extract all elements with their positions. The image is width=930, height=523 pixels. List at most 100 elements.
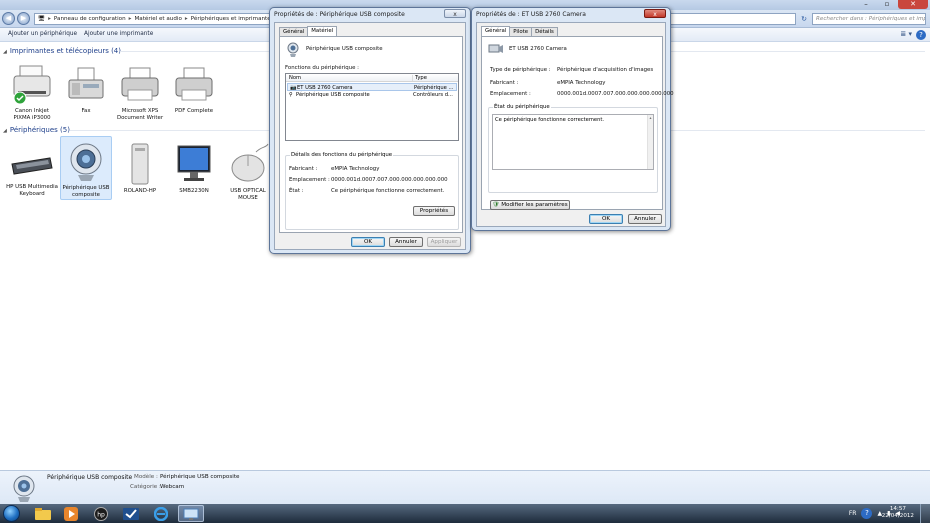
fax-icon <box>68 67 104 99</box>
printer-icon <box>175 67 213 101</box>
list-header: Nom Type <box>286 74 458 82</box>
breadcrumb-item[interactable]: Matériel et audio <box>134 16 181 22</box>
help-icon[interactable]: ? <box>916 30 926 40</box>
tab-driver[interactable]: Pilote <box>509 27 533 36</box>
status-label: État : <box>289 188 304 194</box>
device-label: Fax <box>81 108 91 114</box>
view-options-icon[interactable]: ≣ ▾ <box>900 30 912 38</box>
printer-icon <box>121 67 159 101</box>
row-name: Périphérique USB composite <box>296 92 370 98</box>
group-title: Imprimantes et télécopieurs (4) <box>9 47 121 55</box>
device-tile[interactable]: HP USB Multimedia Keyboard <box>6 140 58 197</box>
add-printer-button[interactable]: Ajouter une imprimante <box>84 31 153 37</box>
internet-explorer-icon[interactable] <box>148 505 174 522</box>
device-status-group: État du périphérique Ce périphérique fon… <box>488 104 658 193</box>
tab-general[interactable]: Général <box>279 27 309 36</box>
media-player-icon[interactable] <box>58 505 84 522</box>
breadcrumb-item[interactable]: Panneau de configuration <box>54 16 126 22</box>
apply-button[interactable]: Appliquer <box>427 237 461 247</box>
scrollbar[interactable]: ▴ <box>647 115 653 169</box>
device-tile-selected[interactable]: Périphérique USB composite <box>60 136 112 200</box>
device-tile[interactable]: ROLAND-HP <box>114 140 166 195</box>
add-device-button[interactable]: Ajouter un périphérique <box>8 31 77 37</box>
checkmark-app-icon[interactable] <box>118 505 144 522</box>
svg-text:hp: hp <box>97 511 105 518</box>
device-tile[interactable]: Fax <box>60 62 112 115</box>
column-header-type[interactable]: Type <box>412 75 427 81</box>
clock-time: 14:57 <box>889 506 906 512</box>
list-item[interactable]: ⚲ Périphérique USB composite Contrôleurs… <box>287 91 457 99</box>
maximize-button[interactable]: ▫ <box>877 0 897 9</box>
dialog-close-button[interactable]: x <box>444 9 466 18</box>
forward-button[interactable]: ▶ <box>17 12 30 25</box>
functions-list[interactable]: Nom Type 📷 ET USB 2760 Camera Périphériq… <box>285 73 459 141</box>
dialog-title: Propriétés de : Périphérique USB composi… <box>274 11 405 18</box>
webcam-icon <box>13 475 35 502</box>
help-icon[interactable]: ? <box>861 508 873 519</box>
tab-details[interactable]: Détails <box>531 27 558 36</box>
manufacturer-label: Fabricant : <box>289 166 318 172</box>
dialog-body: Général Pilote Détails ET USB 2760 Camer… <box>476 22 674 227</box>
column-header-name[interactable]: Nom <box>289 75 301 81</box>
hp-icon[interactable]: hp <box>88 505 114 522</box>
device-tile[interactable]: PDF Complete <box>168 62 220 115</box>
dialog-close-button[interactable]: x <box>644 9 666 18</box>
properties-button[interactable]: Propriétés <box>413 206 455 216</box>
printers-group-header[interactable]: ◢ Imprimantes et télécopieurs (4) <box>3 47 121 55</box>
manufacturer-value: eMPIA Technology <box>557 80 606 86</box>
cancel-button[interactable]: Annuler <box>628 214 662 224</box>
device-label: Canon Inkjet PIXMA iP3000 <box>13 108 51 121</box>
status-textbox[interactable]: Ce périphérique fonctionne correctement.… <box>492 114 654 170</box>
back-button[interactable]: ◀ <box>2 12 15 25</box>
location-label: Emplacement : <box>289 177 330 183</box>
ok-button[interactable]: OK <box>589 214 623 224</box>
language-indicator[interactable]: FR <box>849 510 857 517</box>
device-tile[interactable]: Canon Inkjet PIXMA iP3000 <box>6 62 58 121</box>
search-input[interactable]: Rechercher dans : Périphériques et impr.… <box>812 13 926 25</box>
details-category-label: Catégorie : <box>130 484 161 490</box>
shield-icon: 🛡 <box>492 202 500 208</box>
change-settings-label: Modifier les paramètres <box>501 202 568 208</box>
explorer-taskbar-icon[interactable] <box>30 505 56 522</box>
details-pane: Périphérique USB composite Modèle : Péri… <box>0 470 930 504</box>
device-label: HP USB Multimedia Keyboard <box>6 184 58 197</box>
details-model-label: Modèle : <box>134 474 158 480</box>
breadcrumb-item[interactable]: Périphériques et imprimantes <box>191 16 274 22</box>
location-value: 0000.001d.0007.007.000.000.000.000.000 <box>557 91 674 97</box>
device-label: Périphérique USB composite <box>62 185 110 198</box>
tab-general[interactable]: Général <box>481 26 511 36</box>
status-text: Ce périphérique fonctionne correctement. <box>495 117 605 123</box>
breadcrumb-separator: ▸ <box>48 16 51 22</box>
functions-label: Fonctions du périphérique : <box>285 65 359 71</box>
control-panel-icon: 🖥 <box>38 16 46 22</box>
start-button[interactable] <box>3 505 20 522</box>
list-item-selected[interactable]: 📷 ET USB 2760 Camera Périphérique ... <box>287 83 457 91</box>
window-controls: – ▫ ✕ <box>856 0 928 9</box>
device-tile[interactable]: Microsoft XPS Document Writer <box>114 62 166 121</box>
taskbar: hp FR ? ▲ ▮ ◀ 14:57 22/04/2012 <box>0 504 930 523</box>
clock-date: 22/04/2012 <box>881 513 914 519</box>
refresh-icon[interactable]: ↻ <box>798 13 810 25</box>
close-button[interactable]: ✕ <box>898 0 928 9</box>
manufacturer-value: eMPIA Technology <box>331 166 380 172</box>
breadcrumb-separator: ▸ <box>128 16 132 22</box>
device-label: SMB2230N <box>179 188 209 194</box>
ok-button[interactable]: OK <box>351 237 385 247</box>
device-tile[interactable]: SMB2230N <box>168 140 220 195</box>
tab-hardware[interactable]: Matériel <box>307 26 338 36</box>
devices-group-header[interactable]: ◢ Périphériques (5) <box>3 126 70 134</box>
details-device-name: Périphérique USB composite <box>47 474 133 481</box>
clock[interactable]: 14:57 22/04/2012 <box>882 506 914 520</box>
control-panel-taskbar-icon[interactable] <box>178 505 204 522</box>
change-settings-button[interactable]: 🛡 Modifier les paramètres <box>490 200 570 210</box>
device-type-value: Périphérique d'acquisition d'images <box>557 67 654 73</box>
device-name-label: Périphérique USB composite <box>306 46 383 52</box>
minimize-button[interactable]: – <box>856 0 876 9</box>
device-type-label: Type de périphérique : <box>490 67 551 73</box>
cancel-button[interactable]: Annuler <box>389 237 423 247</box>
show-desktop-button[interactable] <box>920 504 930 523</box>
row-type: Contrôleurs d... <box>413 92 453 98</box>
group-title: Détails des fonctions du périphérique <box>290 152 394 158</box>
device-tile[interactable]: USB OPTICAL MOUSE <box>222 140 274 201</box>
location-label: Emplacement : <box>490 91 531 97</box>
